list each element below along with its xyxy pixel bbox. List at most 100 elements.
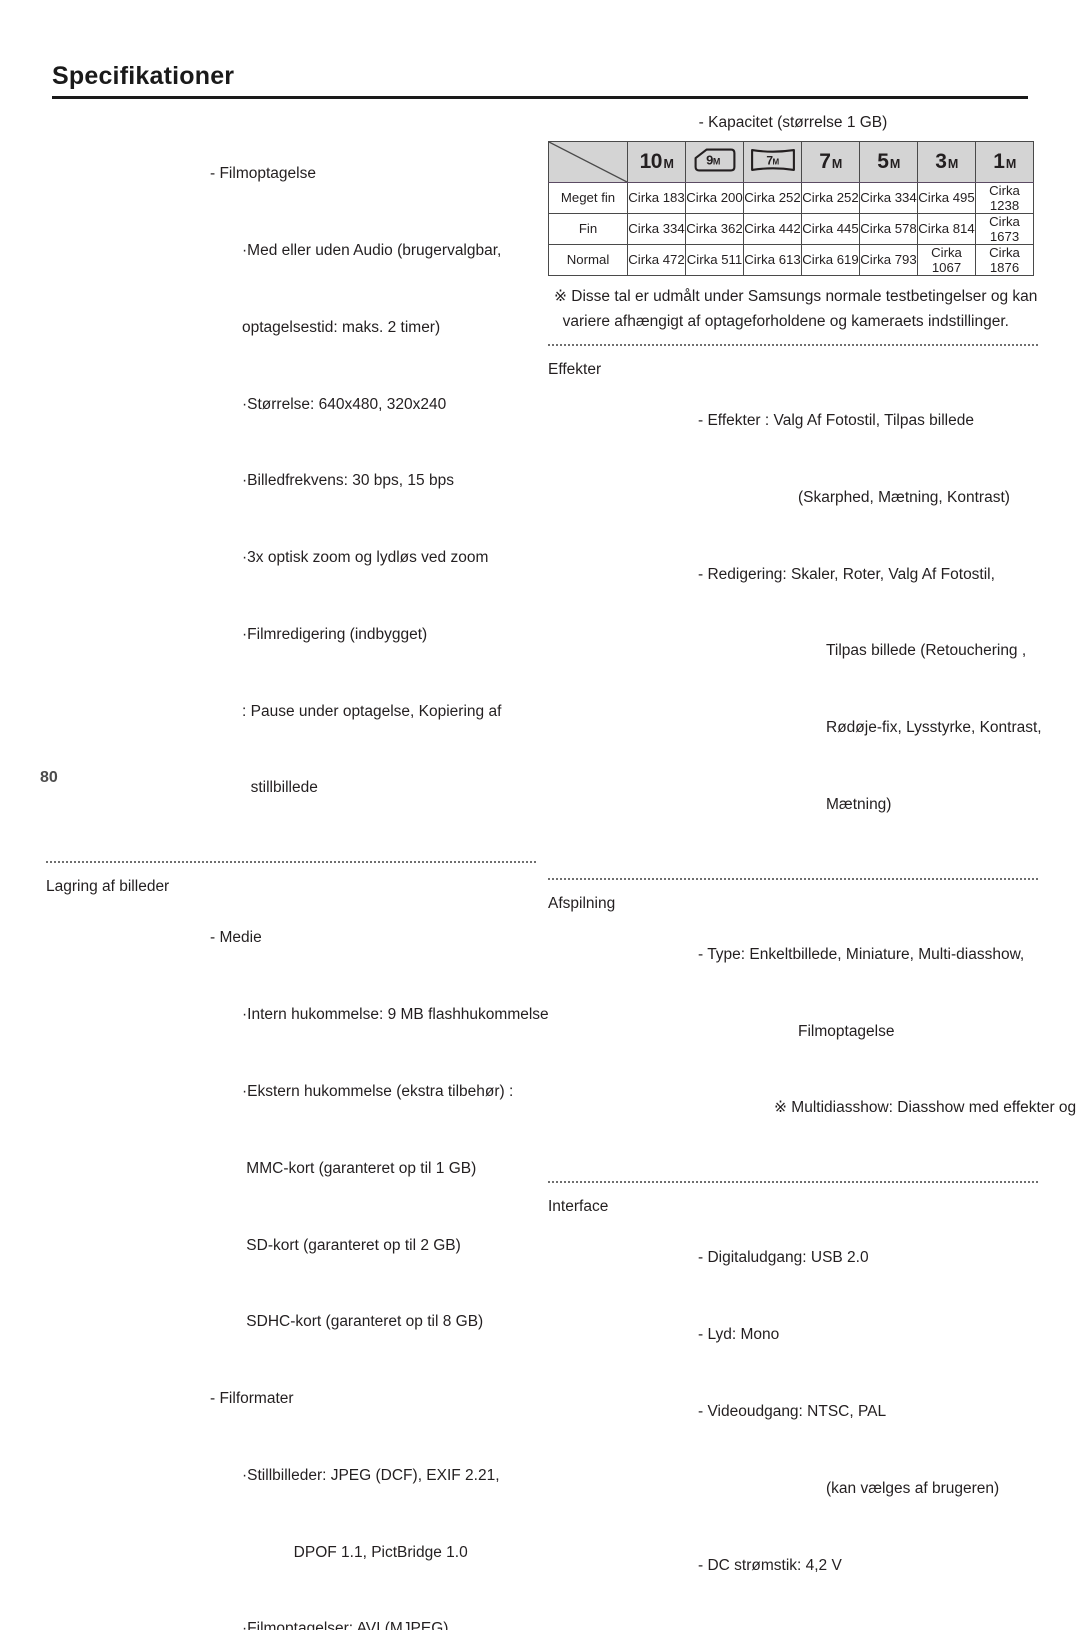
capacity-cell: Cirka 511 — [685, 243, 744, 276]
spec-line: Mætning) — [826, 795, 892, 813]
spec-line: ·Intern hukommelse: 9 MB flashhukommelse — [242, 1006, 549, 1024]
capacity-cell: Cirka 1067 — [917, 243, 976, 276]
left-column: - Filmoptagelse ·Med eller uden Audio (b… — [46, 110, 549, 1630]
section-divider — [548, 877, 1038, 881]
spec-line: ·Ekstern hukommelse (ekstra tilbehør) : — [242, 1082, 514, 1100]
header-cell-res-1m: 1M — [975, 140, 1034, 183]
header-cell-res-10m: 10 M — [627, 140, 686, 183]
capacity-cell: Cirka 472 — [627, 243, 686, 276]
spec-line: - Filmoptagelse — [210, 165, 316, 183]
section-image-storage: Lagring af billeder - Medie ·Intern huko… — [46, 874, 549, 1630]
header-cell-res-3m: 3M — [917, 140, 976, 183]
spec-line: - Digitaludgang: USB 2.0 — [698, 1249, 869, 1267]
section-playback: Afspilning - Type: Enkeltbillede, Miniat… — [548, 891, 1076, 1173]
spec-line: optagelsestid: maks. 2 timer) — [242, 318, 441, 336]
spec-line: - Medie — [210, 929, 262, 947]
spec-line: : Pause under optagelse, Kopiering af — [242, 702, 502, 720]
header-cell-res-5m: 5M — [859, 140, 918, 183]
res-3m-icon: 3M — [935, 150, 958, 174]
section-divider — [548, 343, 1038, 347]
spec-line: - Videoudgang: NTSC, PAL — [698, 1402, 887, 1420]
quality-label: Meget fin — [548, 181, 628, 214]
spec-line: ※ Multidiasshow: Diasshow med effekter o… — [774, 1099, 1077, 1117]
spec-line: - DC strømstik: 4,2 V — [698, 1556, 842, 1574]
section-divider — [46, 861, 536, 864]
section-effects: Effekter - Effekter : Valg Af Fotostil, … — [548, 357, 1042, 869]
table-header-row: 10 M 9M 7M 7M 5M 3M 1M — [548, 140, 1034, 183]
page-title: Specifikationer — [52, 62, 235, 90]
capacity-cell: Cirka 334 — [859, 181, 918, 214]
section-label-playback: Afspilning — [548, 894, 616, 912]
section-label-storage: Lagring af billeder — [46, 878, 170, 896]
capacity-table: 10 M 9M 7M 7M 5M 3M 1M Meget fin Cirka 18… — [548, 140, 1034, 276]
res-7m-icon: 7M — [819, 150, 842, 174]
spec-line: ·Stillbilleder: JPEG (DCF), EXIF 2.21, — [242, 1466, 500, 1484]
right-column: - Kapacitet (størrelse 1 GB) 10 M 9M 7M 7… — [548, 110, 1076, 1629]
capacity-cell: Cirka 183 — [627, 181, 686, 214]
spec-line: - Redigering: Skaler, Roter, Valg Af Fot… — [698, 565, 995, 583]
capacity-cell: Cirka 619 — [801, 243, 860, 276]
capacity-table-caption: - Kapacitet (størrelse 1 GB) — [698, 114, 888, 131]
spec-line: (Skarphed, Mætning, Kontrast) — [798, 488, 1010, 506]
spec-line: - Filformater — [210, 1390, 294, 1408]
capacity-note-line: variere afhængigt af optageforholdene og… — [554, 313, 1009, 331]
storage-lines: - Medie ·Intern hukommelse: 9 MB flashhu… — [196, 874, 549, 1630]
spec-line: ·Filmredigering (indbygget) — [242, 625, 428, 643]
section-label-interface: Interface — [548, 1198, 609, 1216]
spec-line: ·Størrelse: 640x480, 320x240 — [242, 395, 447, 413]
res-1m-icon: 1M — [993, 150, 1016, 174]
capacity-cell: Cirka 613 — [743, 243, 802, 276]
capacity-cell: Cirka 445 — [801, 212, 860, 245]
capacity-cell: Cirka 362 — [685, 212, 744, 245]
capacity-cell: Cirka 1876 — [975, 243, 1034, 276]
spec-line: DPOF 1.1, PictBridge 1.0 — [242, 1543, 468, 1561]
section-label-effects: Effekter — [548, 360, 602, 378]
section-movie-recording: - Filmoptagelse ·Med eller uden Audio (b… — [46, 110, 536, 852]
table-row: Normal Cirka 472 Cirka 511 Cirka 613 Cir… — [548, 243, 1034, 276]
spec-line: Rødøje-fix, Lysstyrke, Kontrast, — [826, 719, 1042, 737]
res-5m-icon: 5M — [877, 150, 900, 174]
capacity-cell: Cirka 495 — [917, 181, 976, 214]
movie-lines: - Filmoptagelse ·Med eller uden Audio (b… — [196, 110, 536, 852]
quality-label: Normal — [548, 243, 628, 276]
title-underline-rule — [52, 96, 1028, 99]
capacity-cell: Cirka 252 — [743, 181, 802, 214]
quality-label: Fin — [548, 212, 628, 245]
spec-line: stillbillede — [242, 779, 318, 797]
res-9m-icon: 9M — [694, 148, 736, 172]
table-row: Meget fin Cirka 183 Cirka 200 Cirka 252 … — [548, 181, 1034, 214]
capacity-note-line: ※ Disse tal er udmålt under Samsungs nor… — [554, 287, 1038, 305]
spec-line: ·Filmoptagelser: AVI (MJPEG) — [242, 1620, 449, 1630]
diagonal-slash-icon — [549, 142, 627, 182]
page-number: 80 — [40, 769, 58, 786]
header-cell-res-9m: 9M — [685, 140, 744, 183]
capacity-cell: Cirka 578 — [859, 212, 918, 245]
header-cell-res-7m-wide: 7M — [743, 140, 802, 183]
spec-line: MMC-kort (garanteret op til 1 GB) — [242, 1159, 477, 1177]
capacity-cell: Cirka 200 — [685, 181, 744, 214]
capacity-cell: Cirka 1238 — [975, 181, 1034, 214]
capacity-cell: Cirka 252 — [801, 181, 860, 214]
header-cell-res-7m: 7M — [801, 140, 860, 183]
section-divider — [548, 1181, 1038, 1184]
capacity-cell: Cirka 1673 — [975, 212, 1034, 245]
spec-line: - Lyd: Mono — [698, 1326, 780, 1344]
spec-line: ·3x optisk zoom og lydløs ved zoom — [242, 549, 489, 567]
spec-line: ·Med eller uden Audio (brugervalgbar, — [242, 241, 502, 259]
capacity-cell: Cirka 814 — [917, 212, 976, 245]
spec-line: SDHC-kort (garanteret op til 8 GB) — [242, 1313, 484, 1331]
spec-line: ·Billedfrekvens: 30 bps, 15 bps — [242, 472, 454, 490]
playback-lines: - Type: Enkeltbillede, Miniature, Multi-… — [698, 891, 1080, 1173]
section-interface: Interface - Digitaludgang: USB 2.0 - Lyd… — [548, 1194, 1038, 1629]
spec-line: - Type: Enkeltbillede, Miniature, Multi-… — [698, 945, 1025, 963]
spec-line: SD-kort (garanteret op til 2 GB) — [242, 1236, 461, 1254]
table-row: Fin Cirka 334 Cirka 362 Cirka 442 Cirka … — [548, 212, 1034, 245]
res-7m-wide-icon: 7M — [750, 148, 796, 172]
spec-line: (kan vælges af brugeren) — [826, 1479, 1000, 1497]
capacity-cell: Cirka 442 — [743, 212, 802, 245]
res-10m-icon: 10 M — [639, 150, 674, 174]
effects-lines: - Effekter : Valg Af Fotostil, Tilpas bi… — [698, 357, 1042, 869]
interface-lines: - Digitaludgang: USB 2.0 - Lyd: Mono - V… — [698, 1194, 1038, 1629]
header-cell-corner-diagonal — [548, 140, 628, 183]
spec-line: Tilpas billede (Retouchering , — [826, 642, 1027, 660]
